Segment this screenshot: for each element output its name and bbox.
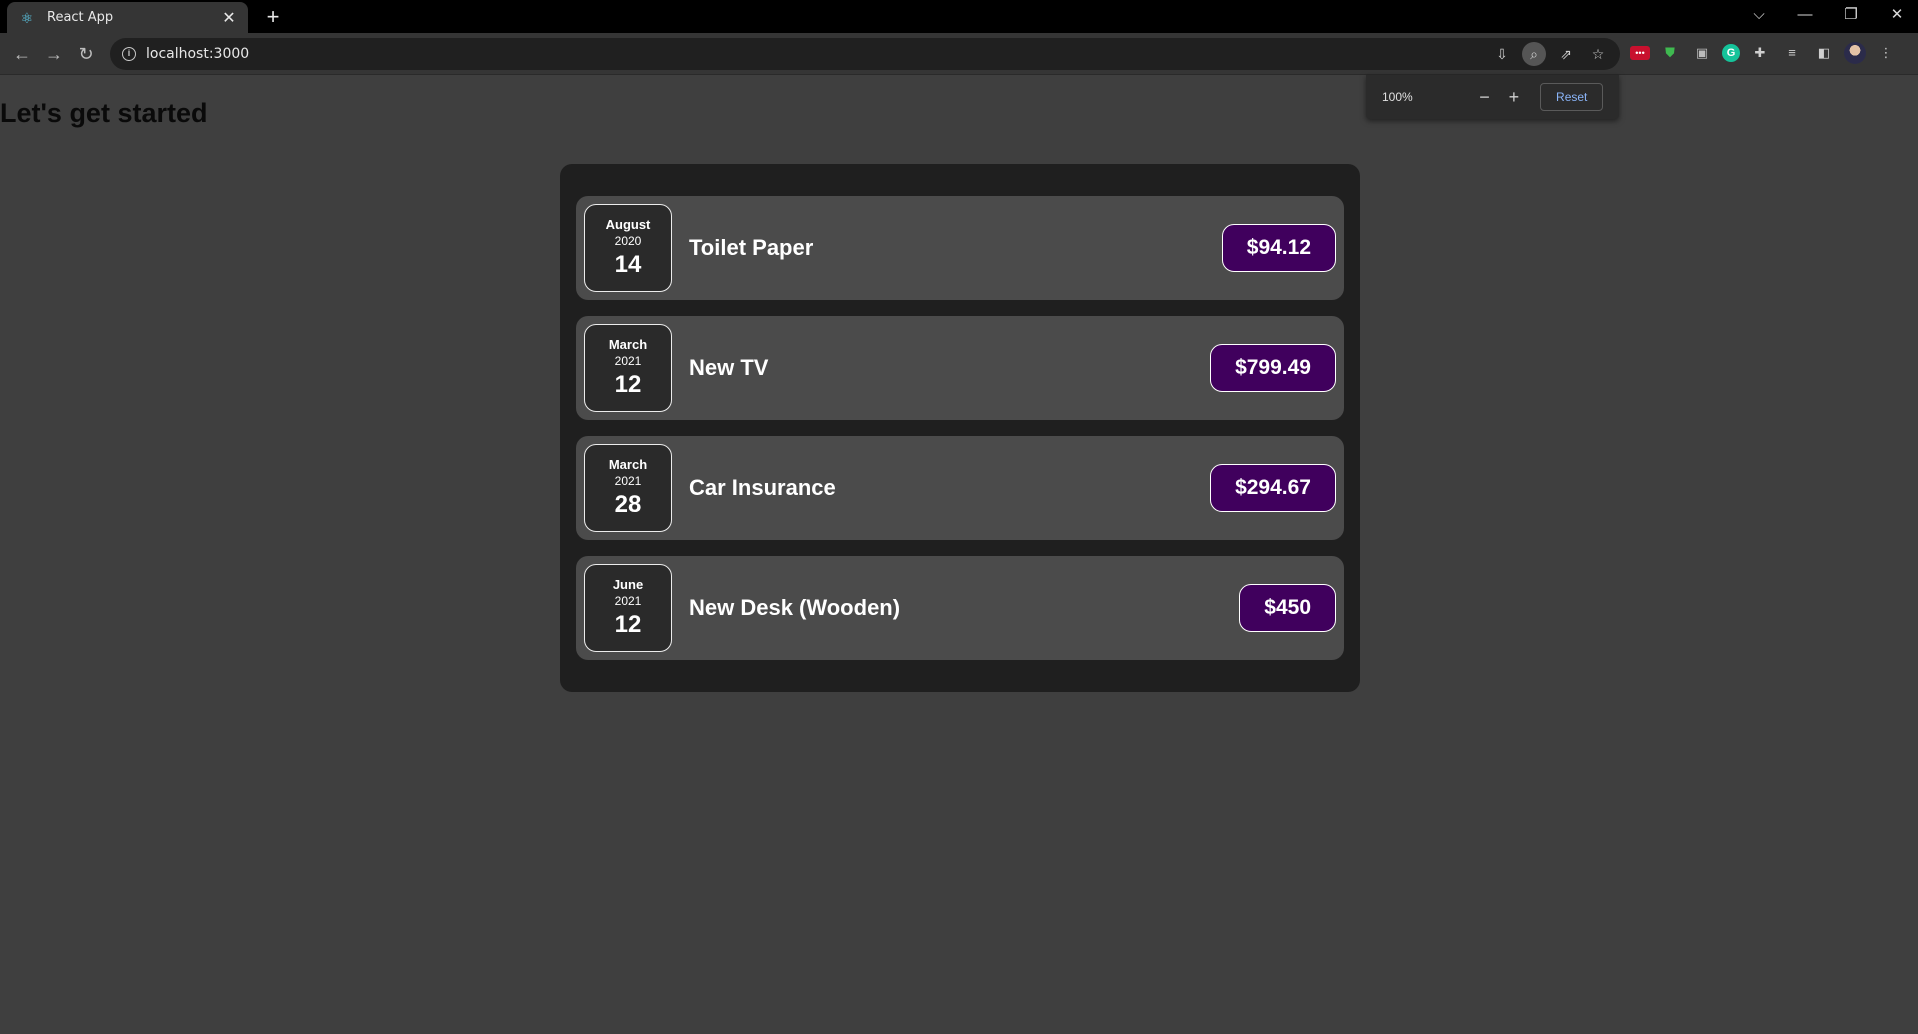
forward-arrow-icon[interactable]: →	[41, 41, 67, 67]
address-bar[interactable]: i localhost:3000 ⇩ ⌕ ⇗ ☆	[110, 38, 1620, 70]
new-tab-button[interactable]: +	[260, 4, 286, 30]
expense-month: June	[612, 577, 644, 592]
zoom-icon[interactable]: ⌕	[1522, 42, 1546, 66]
expense-date: August 2020 14	[584, 204, 672, 292]
expense-day: 12	[614, 371, 642, 398]
shield-extension-icon[interactable]: ⛊	[1658, 41, 1682, 65]
expense-day: 12	[614, 611, 642, 638]
expense-title: New TV	[689, 355, 769, 380]
site-info-icon[interactable]: i	[122, 47, 136, 61]
expense-price[interactable]: $294.67	[1210, 464, 1336, 512]
media-controls-icon[interactable]: ≡	[1780, 41, 1804, 65]
expense-day: 14	[614, 251, 642, 278]
expense-price[interactable]: $450	[1239, 584, 1336, 632]
expense-year: 2021	[614, 594, 642, 608]
expense-title: Car Insurance	[689, 475, 836, 500]
expense-date: March 2021 28	[584, 444, 672, 532]
expense-month: March	[608, 457, 648, 472]
browser-tab[interactable]: ⚛ React App ✕	[7, 2, 248, 33]
expense-title: New Desk (Wooden)	[689, 595, 901, 620]
expense-date: March 2021 12	[584, 324, 672, 412]
url-text[interactable]: localhost:3000	[146, 46, 249, 62]
bookmark-star-icon[interactable]: ☆	[1586, 42, 1610, 66]
extensions-puzzle-icon[interactable]: ✚	[1748, 41, 1772, 65]
expense-month: March	[608, 337, 648, 352]
tab-title: React App	[47, 10, 114, 25]
side-panel-icon[interactable]: ◧	[1812, 41, 1836, 65]
password-manager-extension-icon[interactable]: •••	[1630, 46, 1650, 60]
tab-search-chevron-icon[interactable]: ⌵	[1737, 0, 1781, 30]
grammarly-extension-icon[interactable]: G	[1722, 44, 1740, 62]
omnibox-actions: ⇩ ⌕ ⇗ ☆	[1490, 42, 1610, 66]
back-arrow-icon[interactable]: ←	[9, 41, 35, 67]
browser-toolbar: ← → ↻ i localhost:3000 ⇩ ⌕ ⇗ ☆ ••• ⛊ ▣ G…	[0, 33, 1918, 75]
zoom-level: 100%	[1382, 90, 1413, 104]
expense-item: June 2021 12 New Desk (Wooden) $450	[576, 556, 1344, 660]
expense-price[interactable]: $94.12	[1221, 224, 1336, 272]
reload-icon[interactable]: ↻	[73, 41, 99, 67]
expense-title: Toilet Paper	[689, 235, 814, 260]
minimize-button[interactable]: —	[1783, 0, 1827, 30]
window-close-button[interactable]: ✕	[1875, 0, 1918, 30]
zoom-popup: 100% − + Reset	[1366, 75, 1619, 119]
expense-day: 28	[614, 491, 642, 518]
box-extension-icon[interactable]: ▣	[1690, 41, 1714, 65]
tab-strip: ⚛ React App ✕ + ⌵ — ❐ ✕	[0, 0, 1918, 33]
expense-item: August 2020 14 Toilet Paper $94.12	[576, 196, 1344, 300]
kebab-menu-icon[interactable]: ⋮	[1874, 41, 1898, 65]
expense-item: March 2021 28 Car Insurance $294.67	[576, 436, 1344, 540]
expense-year: 2021	[614, 474, 642, 488]
zoom-out-button[interactable]: −	[1470, 87, 1499, 108]
install-app-icon[interactable]: ⇩	[1490, 42, 1514, 66]
expense-year: 2020	[614, 234, 642, 248]
restore-button[interactable]: ❐	[1829, 0, 1873, 30]
expense-month: August	[605, 217, 651, 232]
tab-close-icon[interactable]: ✕	[220, 8, 238, 28]
share-icon[interactable]: ⇗	[1554, 42, 1578, 66]
expense-date: June 2021 12	[584, 564, 672, 652]
zoom-reset-button[interactable]: Reset	[1540, 83, 1603, 111]
page-heading: Let's get started	[0, 98, 208, 128]
extensions-area: ••• ⛊ ▣ G ✚ ≡ ◧ ⋮	[1630, 41, 1898, 65]
expenses-card: August 2020 14 Toilet Paper $94.12 March…	[560, 164, 1360, 692]
zoom-in-button[interactable]: +	[1499, 87, 1528, 108]
expense-year: 2021	[614, 354, 642, 368]
expense-item: March 2021 12 New TV $799.49	[576, 316, 1344, 420]
profile-avatar[interactable]	[1844, 42, 1866, 64]
react-favicon-icon: ⚛	[20, 9, 34, 26]
expense-price[interactable]: $799.49	[1210, 344, 1336, 392]
